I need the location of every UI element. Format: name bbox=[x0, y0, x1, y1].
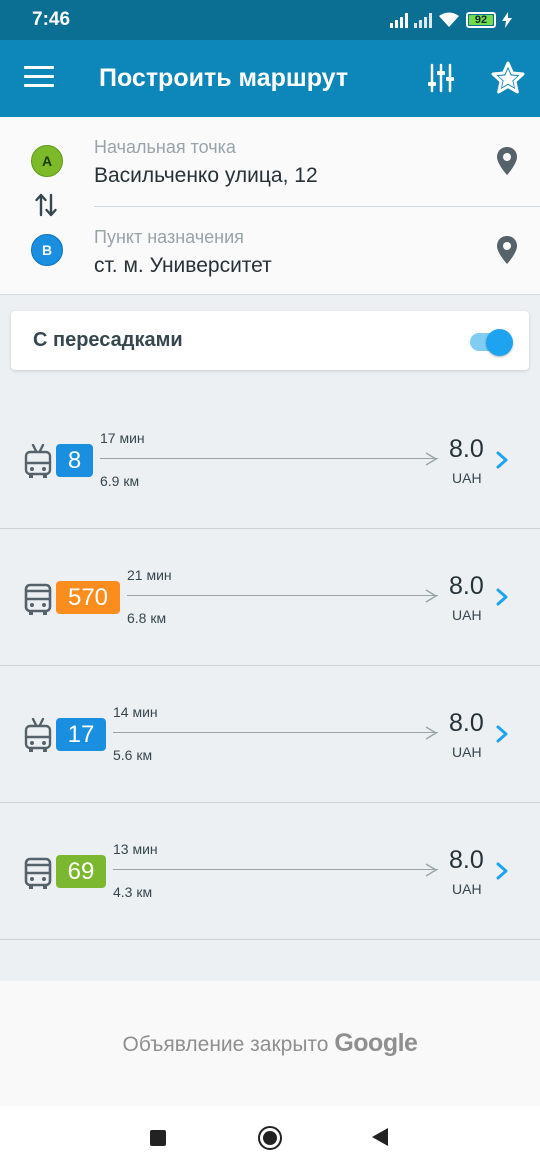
home-button[interactable] bbox=[258, 1126, 282, 1150]
charging-icon bbox=[502, 12, 512, 28]
start-point-label: Начальная точка bbox=[94, 137, 236, 157]
arrow-right-icon bbox=[425, 452, 438, 466]
bus-icon bbox=[24, 857, 52, 889]
route-price: 8.0 bbox=[449, 709, 484, 737]
route-currency: UAH bbox=[452, 881, 482, 897]
arrow-right-icon bbox=[425, 589, 438, 603]
status-time: 7:46 bbox=[32, 9, 71, 30]
destination-point-label: Пункт назначения bbox=[94, 227, 244, 247]
signal-icon bbox=[414, 12, 432, 28]
route-distance: 6.8 км bbox=[127, 610, 167, 626]
status-bar: 7:46 92 bbox=[0, 0, 540, 40]
route-row[interactable]: 8 17 мин 6.9 км 8.0 UAH bbox=[0, 392, 540, 529]
route-row[interactable]: 69 13 мин 4.3 км 8.0 UAH bbox=[0, 803, 540, 940]
favorite-star-icon[interactable] bbox=[490, 60, 526, 96]
route-currency: UAH bbox=[452, 744, 482, 760]
arrow-right-icon bbox=[425, 863, 438, 877]
status-icons: 92 bbox=[390, 12, 512, 28]
route-number-badge: 8 bbox=[56, 444, 93, 477]
transfers-switch[interactable] bbox=[458, 327, 514, 357]
route-points-panel: A B Начальная точка Васильченко улица, 1… bbox=[0, 117, 540, 295]
routes-list: 8 17 мин 6.9 км 8.0 UAH 570 21 мин 6.8 км 8.0 UAH… bbox=[0, 392, 540, 1077]
wifi-icon bbox=[439, 12, 459, 27]
route-distance: 5.6 км bbox=[113, 747, 153, 763]
route-duration: 14 мин bbox=[113, 704, 158, 720]
route-number-badge: 69 bbox=[56, 855, 106, 888]
route-line bbox=[127, 595, 438, 596]
route-row[interactable]: 17 14 мин 5.6 км 8.0 UAH bbox=[0, 666, 540, 803]
chevron-right-icon[interactable] bbox=[495, 450, 509, 470]
chevron-right-icon[interactable] bbox=[495, 861, 509, 881]
route-price: 8.0 bbox=[449, 846, 484, 874]
route-distance: 6.9 км bbox=[100, 473, 140, 489]
battery-icon: 92 bbox=[466, 12, 496, 28]
battery-level: 92 bbox=[474, 14, 488, 26]
route-duration: 21 мин bbox=[127, 567, 172, 583]
filter-sliders-icon[interactable] bbox=[426, 62, 456, 94]
app-bar: Построить маршрут bbox=[0, 40, 540, 117]
chevron-right-icon[interactable] bbox=[495, 587, 509, 607]
destination-map-pin-icon[interactable] bbox=[496, 235, 518, 265]
route-price: 8.0 bbox=[449, 572, 484, 600]
route-duration: 17 мин bbox=[100, 430, 145, 446]
route-line bbox=[100, 458, 438, 459]
page-title: Построить маршрут bbox=[99, 64, 349, 92]
route-duration: 13 мин bbox=[113, 841, 158, 857]
route-currency: UAH bbox=[452, 470, 482, 486]
back-button[interactable] bbox=[372, 1128, 388, 1146]
route-price: 8.0 bbox=[449, 435, 484, 463]
recents-button[interactable] bbox=[150, 1130, 166, 1146]
route-currency: UAH bbox=[452, 607, 482, 623]
transfers-label: С пересадками bbox=[33, 329, 183, 351]
start-point-field[interactable]: Васильченко улица, 12 bbox=[94, 164, 318, 188]
bus-icon bbox=[24, 583, 52, 615]
ad-closed-label: Объявление закрыто bbox=[122, 1033, 329, 1056]
destination-point-field[interactable]: ст. м. Университет bbox=[94, 254, 272, 278]
divider bbox=[94, 206, 540, 207]
start-point-badge: A bbox=[31, 145, 63, 177]
route-line bbox=[113, 869, 438, 870]
trolleybus-icon bbox=[24, 718, 52, 752]
swap-points-icon[interactable] bbox=[34, 191, 58, 219]
google-logo: Google bbox=[334, 1029, 418, 1057]
ad-banner: Объявление закрыто Google bbox=[0, 981, 540, 1106]
system-nav-bar bbox=[0, 1106, 540, 1170]
route-row[interactable]: 570 21 мин 6.8 км 8.0 UAH bbox=[0, 529, 540, 666]
start-map-pin-icon[interactable] bbox=[496, 146, 518, 176]
route-number-badge: 570 bbox=[56, 581, 120, 614]
route-line bbox=[113, 732, 438, 733]
chevron-right-icon[interactable] bbox=[495, 724, 509, 744]
route-distance: 4.3 км bbox=[113, 884, 153, 900]
menu-icon[interactable] bbox=[24, 66, 54, 90]
arrow-right-icon bbox=[425, 726, 438, 740]
signal-icon bbox=[390, 12, 408, 28]
route-number-badge: 17 bbox=[56, 718, 106, 751]
destination-point-badge: B bbox=[31, 234, 63, 266]
ad-closed-text: Объявление закрыто Google bbox=[0, 1029, 540, 1058]
transfers-toggle-row[interactable]: С пересадками bbox=[11, 311, 529, 370]
trolleybus-icon bbox=[24, 444, 52, 478]
